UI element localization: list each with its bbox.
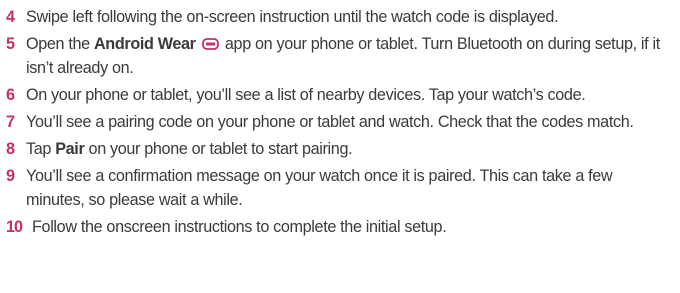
pair-label: Pair <box>55 140 85 158</box>
step-number: 4 <box>6 8 15 26</box>
step-text-after: on your phone or tablet to start pairing… <box>84 140 353 158</box>
step-6: 6 On your phone or tablet, you’ll see a … <box>6 83 674 107</box>
step-number: 7 <box>6 113 15 131</box>
step-text: Follow the onscreen instructions to comp… <box>32 218 447 236</box>
step-8: 8 Tap Pair on your phone or tablet to st… <box>6 137 674 161</box>
step-text: You’ll see a pairing code on your phone … <box>26 113 634 131</box>
android-wear-app-icon <box>201 38 219 50</box>
step-number: 6 <box>6 86 15 104</box>
step-number: 10 <box>6 218 23 236</box>
step-9: 9 You’ll see a confirmation message on y… <box>6 164 674 212</box>
step-number: 5 <box>6 35 15 53</box>
step-5: 5 Open the Android Wear app on your phon… <box>6 32 674 80</box>
app-name: Android Wear <box>93 35 196 53</box>
step-number: 9 <box>6 167 15 185</box>
step-4: 4 Swipe left following the on-screen ins… <box>6 5 674 29</box>
step-text: You’ll see a confirmation message on you… <box>26 167 613 209</box>
step-text: On your phone or tablet, you’ll see a li… <box>26 86 586 104</box>
step-text-before: Open the <box>26 35 94 53</box>
step-text: Swipe left following the on-screen instr… <box>26 8 559 26</box>
step-10: 10 Follow the onscreen instructions to c… <box>6 215 674 239</box>
step-7: 7 You’ll see a pairing code on your phon… <box>6 110 674 134</box>
step-text-before: Tap <box>26 140 56 158</box>
instruction-steps: 4 Swipe left following the on-screen ins… <box>6 5 674 242</box>
step-number: 8 <box>6 140 15 158</box>
